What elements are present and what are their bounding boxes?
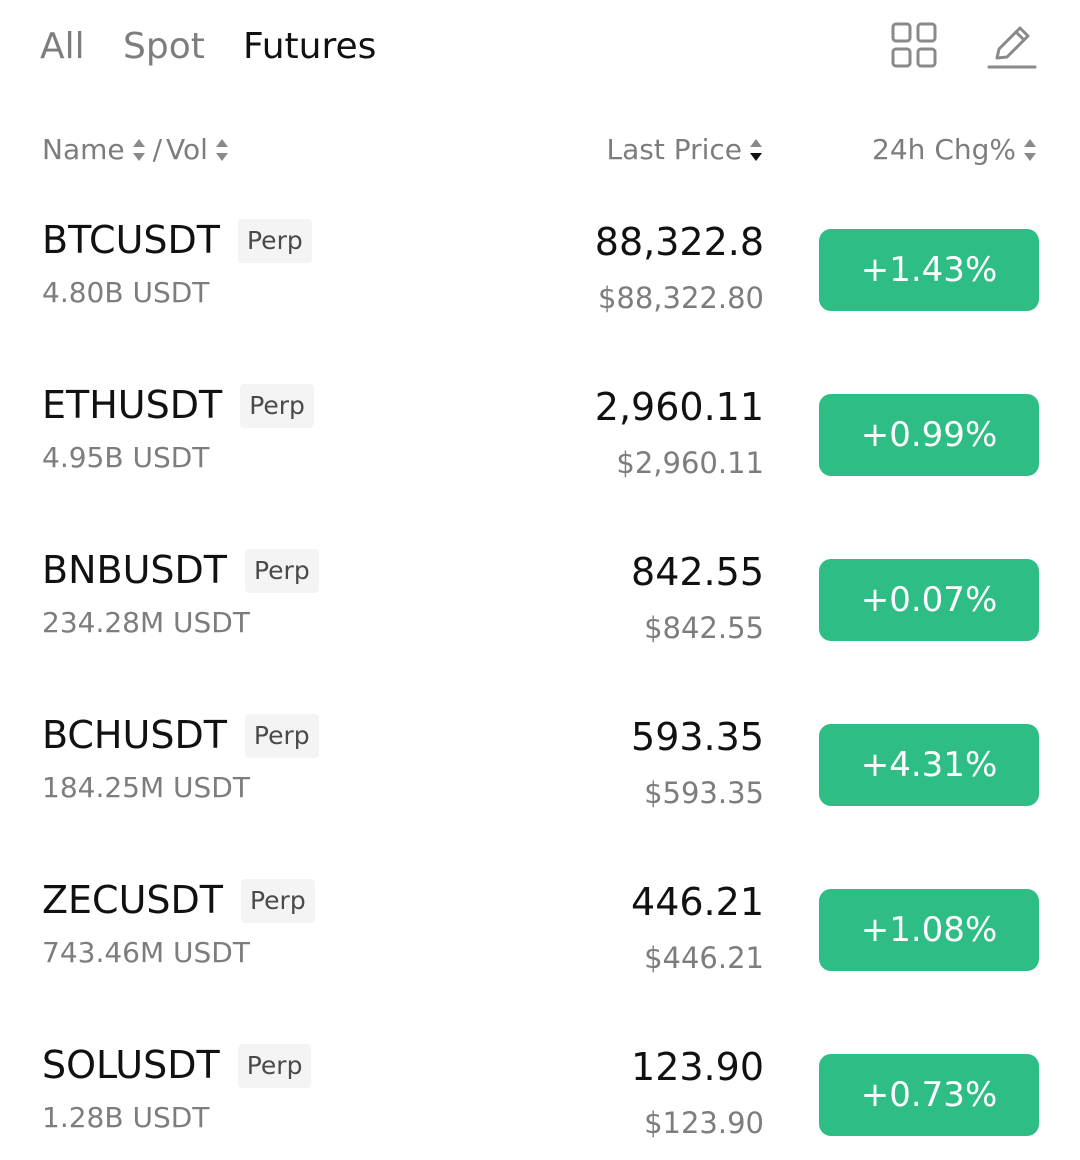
perp-badge: Perp [237, 1044, 312, 1088]
sort-icon [215, 139, 228, 161]
volume-value: 4.80B USDT [42, 276, 210, 309]
perp-badge: Perp [244, 714, 319, 758]
market-row[interactable]: ETHUSDT Perp 4.95B USDT 2,960.11 $2,960.1… [0, 360, 1080, 525]
market-symbol: BTCUSDT Perp [42, 217, 312, 263]
sort-descending-icon [750, 139, 762, 161]
fiat-price: $88,322.80 [597, 281, 764, 315]
perp-badge: Perp [240, 879, 315, 923]
change-badge[interactable]: +1.08% [819, 889, 1039, 971]
sort-by-name[interactable]: Name [42, 130, 147, 170]
column-change-label: 24h Chg% [872, 133, 1016, 166]
column-separator: / [152, 133, 163, 166]
fiat-price: $446.21 [644, 941, 764, 975]
change-badge[interactable]: +0.07% [819, 559, 1039, 641]
last-price: 593.35 [631, 715, 764, 759]
fiat-price: $842.55 [644, 611, 764, 645]
change-badge[interactable]: +0.99% [819, 394, 1039, 476]
market-symbol: ETHUSDT Perp [42, 382, 314, 428]
market-row[interactable]: BCHUSDT Perp 184.25M USDT 593.35 $593.35 … [0, 690, 1080, 855]
column-name-label: Name [42, 133, 125, 166]
change-badge[interactable]: +4.31% [819, 724, 1039, 806]
column-last-price-label: Last Price [606, 133, 742, 166]
last-price: 123.90 [631, 1045, 764, 1089]
fiat-price: $2,960.11 [616, 446, 764, 480]
column-header-24h-change[interactable]: 24h Chg% [872, 130, 1038, 170]
column-header-last-price[interactable]: Last Price [606, 130, 764, 170]
market-symbol: BCHUSDT Perp [42, 712, 319, 758]
symbol-name: ZECUSDT [42, 878, 223, 922]
symbol-name: BTCUSDT [42, 218, 220, 262]
volume-value: 4.95B USDT [42, 441, 210, 474]
market-row[interactable]: ZECUSDT Perp 743.46M USDT 446.21 $446.21 … [0, 855, 1080, 1020]
tab-spot[interactable]: Spot [123, 24, 205, 70]
perp-badge: Perp [240, 384, 314, 428]
fiat-price: $593.35 [644, 776, 764, 810]
perp-badge: Perp [238, 219, 312, 263]
perp-badge: Perp [244, 549, 319, 593]
volume-value: 743.46M USDT [42, 936, 250, 969]
grid-view-icon[interactable] [889, 20, 941, 72]
market-row[interactable]: BNBUSDT Perp 234.28M USDT 842.55 $842.55 … [0, 525, 1080, 690]
edit-pencil-icon[interactable] [986, 20, 1038, 72]
tab-all[interactable]: All [40, 24, 85, 70]
symbol-name: SOLUSDT [42, 1043, 220, 1087]
symbol-name: BCHUSDT [42, 713, 227, 757]
last-price: 88,322.8 [594, 220, 764, 264]
sort-by-vol[interactable]: Vol [166, 130, 230, 170]
change-badge[interactable]: +0.73% [819, 1054, 1039, 1136]
last-price: 842.55 [631, 550, 764, 594]
sort-icon [1024, 139, 1036, 161]
tab-futures[interactable]: Futures [243, 24, 376, 70]
market-symbol: SOLUSDT Perp [42, 1042, 312, 1088]
last-price: 2,960.11 [594, 385, 764, 429]
market-tabs: All Spot Futures [0, 0, 1080, 100]
last-price: 446.21 [631, 880, 764, 924]
symbol-name: BNBUSDT [42, 548, 227, 592]
volume-value: 234.28M USDT [42, 606, 250, 639]
change-badge[interactable]: +1.43% [819, 229, 1039, 311]
market-symbol: ZECUSDT Perp [42, 877, 315, 923]
column-vol-label: Vol [166, 133, 208, 166]
symbol-name: ETHUSDT [42, 383, 223, 427]
fiat-price: $123.90 [644, 1106, 764, 1140]
volume-value: 1.28B USDT [42, 1101, 210, 1134]
market-row[interactable]: BTCUSDT Perp 4.80B USDT 88,322.8 $88,322.… [0, 195, 1080, 360]
market-symbol: BNBUSDT Perp [42, 547, 319, 593]
sort-icon [132, 139, 145, 161]
market-row[interactable]: SOLUSDT Perp 1.28B USDT 123.90 $123.90 +0… [0, 1020, 1080, 1160]
column-header-name-vol: Name / Vol [42, 130, 230, 170]
volume-value: 184.25M USDT [42, 771, 250, 804]
